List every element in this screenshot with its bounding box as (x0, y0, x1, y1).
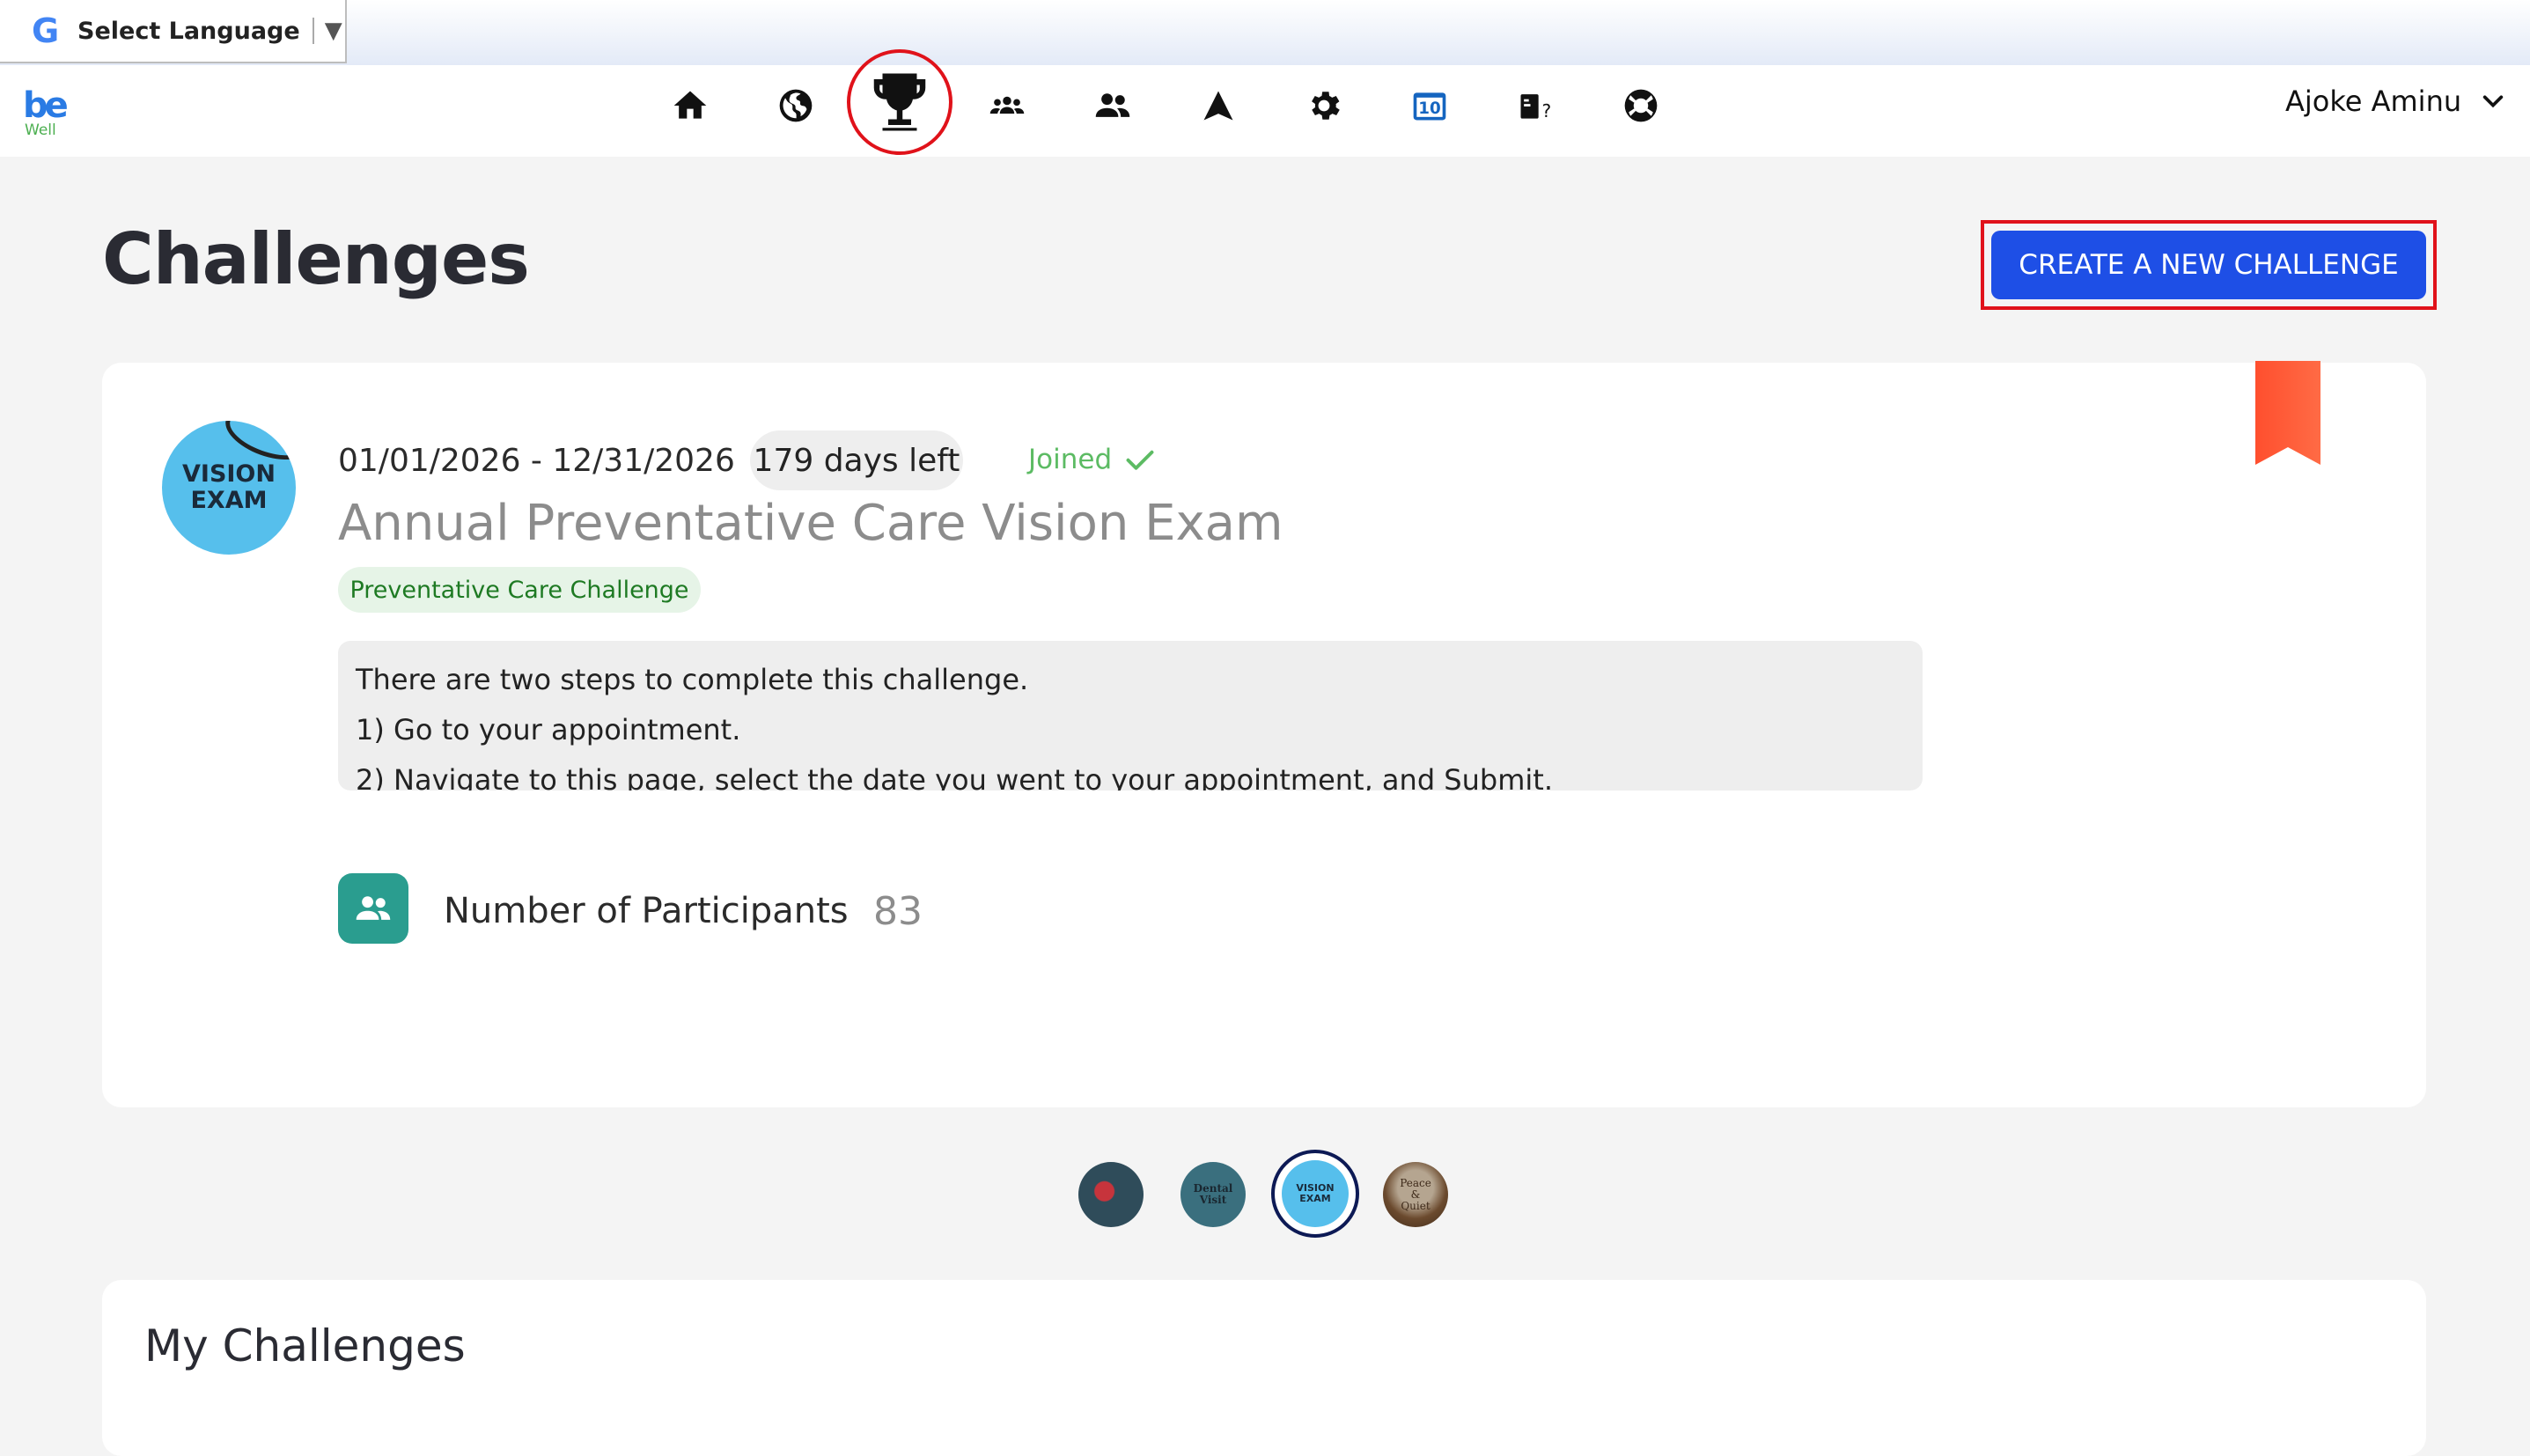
carousel-item-label: Dental Visit (1193, 1182, 1233, 1206)
description-line: There are two steps to complete this cha… (356, 663, 1029, 696)
participants-icon (338, 873, 408, 944)
home-icon[interactable] (659, 77, 721, 134)
gear-icon[interactable] (1293, 77, 1355, 134)
bookmark-icon[interactable] (2255, 361, 2320, 465)
group-icon[interactable] (976, 77, 1038, 134)
language-selector-label: Select Language (77, 17, 300, 45)
joined-status: Joined (1028, 444, 1156, 475)
logo-subtext: Well (25, 121, 56, 139)
page-title: Challenges (102, 218, 530, 300)
calendar-10-icon[interactable]: 10 (1399, 77, 1460, 134)
calendar-badge: 10 (1418, 99, 1441, 118)
chevron-down-icon (2482, 95, 2504, 108)
carousel-item-active[interactable]: VISION EXAM (1271, 1150, 1359, 1238)
participants-count: 83 (873, 889, 923, 934)
description-line: 2) Navigate to this page, select the dat… (356, 763, 1553, 791)
top-navigation (0, 65, 2530, 157)
check-icon (1126, 450, 1154, 470)
challenge-date-range: 01/01/2026 - 12/31/2026 (338, 443, 735, 479)
globe-icon[interactable] (765, 77, 827, 134)
carousel-item[interactable]: Dental Visit (1180, 1162, 1246, 1227)
challenge-title: Annual Preventative Care Vision Exam (338, 495, 1283, 552)
lifebuoy-icon[interactable] (1610, 77, 1672, 134)
logo-text: be (23, 85, 69, 126)
my-challenges-title: My Challenges (144, 1320, 466, 1371)
category-badge: Preventative Care Challenge (338, 567, 701, 613)
carousel-item-label: Peace & Quiet (1400, 1176, 1431, 1212)
translate-bar (0, 0, 2530, 65)
user-name: Ajoke Aminu (2285, 85, 2462, 118)
carousel-item[interactable] (1078, 1162, 1144, 1227)
joined-label: Joined (1028, 444, 1113, 475)
challenge-description: There are two steps to complete this cha… (338, 641, 1923, 791)
carousel-item[interactable]: Peace & Quiet (1383, 1162, 1448, 1227)
users-icon[interactable] (1082, 77, 1144, 134)
participants-label: Number of Participants (444, 891, 849, 931)
svg-text:?: ? (1541, 100, 1551, 121)
avatar-text-line2: EXAM (190, 487, 268, 514)
quiz-icon[interactable]: ? (1504, 77, 1566, 134)
challenge-avatar: VISION EXAM (162, 421, 296, 555)
days-left-badge: 179 days left (750, 430, 963, 490)
description-line: 1) Go to your appointment. (356, 713, 741, 746)
create-challenge-button[interactable]: CREATE A NEW CHALLENGE (1991, 231, 2426, 299)
bewell-logo[interactable]: be Well (23, 85, 76, 139)
google-g-icon: G (32, 11, 60, 50)
divider (312, 18, 314, 44)
arrow-up-icon[interactable] (1188, 77, 1249, 134)
language-selector[interactable]: G Select Language ▼ (0, 0, 347, 63)
trophy-icon[interactable] (847, 49, 952, 155)
dropdown-arrow-icon: ▼ (324, 18, 342, 44)
carousel-item-label: VISION EXAM (1296, 1182, 1335, 1204)
user-menu[interactable]: Ajoke Aminu (2285, 81, 2505, 121)
avatar-text-line1: VISION (182, 460, 276, 488)
